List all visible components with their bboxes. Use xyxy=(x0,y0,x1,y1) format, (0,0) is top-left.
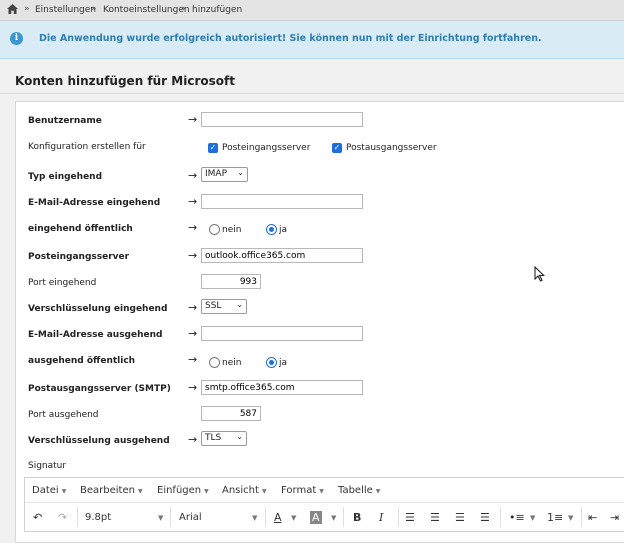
breadcrumb-separator-icon: » xyxy=(180,4,186,14)
outdent-icon[interactable]: ⇤ xyxy=(588,511,597,524)
incoming-port-label: Port eingehend xyxy=(28,278,97,288)
redo-icon[interactable]: ↷ xyxy=(58,511,67,524)
breadcrumb-item-kontoeinstellungen[interactable]: Kontoeinstellungen xyxy=(103,5,190,15)
outgoing-port-input[interactable] xyxy=(201,406,261,421)
menu-bearbeiten[interactable]: Bearbeiten ▼ xyxy=(80,485,143,496)
chevron-down-icon: ▼ xyxy=(331,514,337,522)
chevron-down-icon: ▼ xyxy=(291,514,297,522)
checkbox-incoming-server[interactable]: ✓ xyxy=(208,143,218,153)
incoming-public-no-radio[interactable] xyxy=(209,224,220,235)
incoming-public-no-label: nein xyxy=(222,225,242,235)
divider xyxy=(0,93,624,94)
right-arrow-icon: → xyxy=(188,381,198,394)
incoming-encryption-select[interactable]: SSL ⌄ xyxy=(201,299,247,314)
incoming-public-label: eingehend öffentlich xyxy=(28,224,133,234)
numbered-list-icon[interactable]: 1≡ xyxy=(547,511,563,524)
indent-icon[interactable]: ⇥ xyxy=(610,511,619,524)
outgoing-email-label: E-Mail-Adresse ausgehend xyxy=(28,330,163,340)
home-icon[interactable] xyxy=(7,4,18,17)
signature-editor[interactable]: Datei ▼ Bearbeiten ▼ Einfügen ▼ Ansicht ▼ Fo… xyxy=(24,477,624,532)
outgoing-public-label: ausgehend öffentlich xyxy=(28,356,136,366)
right-arrow-icon: → xyxy=(188,433,198,446)
outgoing-email-input[interactable] xyxy=(201,326,363,341)
font-size-select[interactable]: 9.8pt xyxy=(85,512,111,523)
incoming-server-label: Posteingangsserver xyxy=(28,252,130,262)
chevron-down-icon: ▼ xyxy=(158,514,164,522)
outgoing-public-yes-label: ja xyxy=(279,358,288,368)
page-title: Konten hinzufügen für Microsoft xyxy=(15,74,235,88)
align-justify-icon[interactable]: ☰ xyxy=(480,511,490,524)
chevron-down-icon: ▼ xyxy=(530,514,536,522)
outgoing-port-label: Port ausgehend xyxy=(28,410,99,420)
right-arrow-icon: → xyxy=(188,113,198,126)
incoming-type-label: Typ eingehend xyxy=(28,172,103,182)
incoming-email-input[interactable] xyxy=(201,194,363,209)
outgoing-server-label: Postausgangsserver (SMTP) xyxy=(28,384,171,394)
bullet-list-icon[interactable]: •≡ xyxy=(509,511,525,524)
right-arrow-icon: → xyxy=(188,221,198,234)
incoming-server-input[interactable] xyxy=(201,248,363,263)
align-left-icon[interactable]: ☰ xyxy=(405,511,415,524)
font-family-select[interactable]: Arial xyxy=(179,512,202,523)
right-arrow-icon: → xyxy=(188,169,198,182)
breadcrumb-item-einstellungen[interactable]: Einstellungen xyxy=(35,5,96,15)
incoming-public-yes-radio[interactable] xyxy=(266,224,277,235)
menu-format[interactable]: Format ▼ xyxy=(281,485,324,496)
right-arrow-icon: → xyxy=(188,301,198,314)
breadcrumb: » Einstellungen » Kontoeinstellungen » h… xyxy=(0,0,624,21)
chevron-down-icon: ▼ xyxy=(252,514,258,522)
incoming-public-yes-label: ja xyxy=(279,225,288,235)
checkbox-outgoing-server[interactable]: ✓ xyxy=(332,143,342,153)
outgoing-public-no-radio[interactable] xyxy=(209,357,220,368)
right-arrow-icon: → xyxy=(188,195,198,208)
undo-icon[interactable]: ↶ xyxy=(33,511,42,524)
breadcrumb-separator-icon: » xyxy=(24,4,30,14)
right-arrow-icon: → xyxy=(188,353,198,366)
success-alert: i Die Anwendung wurde erfolgreich autori… xyxy=(0,21,624,59)
checkbox-outgoing-label: Postausgangsserver xyxy=(346,143,437,153)
chevron-down-icon: ⌄ xyxy=(237,168,244,177)
menu-datei[interactable]: Datei ▼ xyxy=(32,485,66,496)
menu-tabelle[interactable]: Tabelle ▼ xyxy=(338,485,380,496)
italic-button[interactable]: I xyxy=(379,511,383,524)
menu-ansicht[interactable]: Ansicht ▼ xyxy=(222,485,267,496)
incoming-type-select[interactable]: IMAP ⌄ xyxy=(201,167,248,182)
chevron-down-icon: ▼ xyxy=(568,514,574,522)
username-label: Benutzername xyxy=(28,116,102,126)
config-label: Konfiguration erstellen für xyxy=(28,142,146,152)
username-input[interactable] xyxy=(201,112,363,127)
alert-message: Die Anwendung wurde erfolgreich autorisi… xyxy=(39,33,542,44)
bold-button[interactable]: B xyxy=(353,511,361,524)
outgoing-public-yes-radio[interactable] xyxy=(266,357,277,368)
incoming-email-label: E-Mail-Adresse eingehend xyxy=(28,198,161,208)
text-color-icon[interactable]: A xyxy=(274,511,282,524)
info-icon: i xyxy=(10,32,23,45)
chevron-down-icon: ⌄ xyxy=(236,432,243,441)
breadcrumb-item-hinzufuegen: hinzufügen xyxy=(192,5,243,15)
signature-label: Signatur xyxy=(28,461,67,471)
breadcrumb-separator-icon: » xyxy=(91,4,97,14)
right-arrow-icon: → xyxy=(188,327,198,340)
outgoing-public-no-label: nein xyxy=(222,358,242,368)
chevron-down-icon: ⌄ xyxy=(236,300,243,309)
outgoing-encryption-label: Verschlüsselung ausgehend xyxy=(28,436,170,446)
right-arrow-icon: → xyxy=(188,249,198,262)
editor-menubar: Datei ▼ Bearbeiten ▼ Einfügen ▼ Ansicht ▼ Fo… xyxy=(25,478,624,503)
outgoing-server-input[interactable] xyxy=(201,380,363,395)
mouse-pointer-icon xyxy=(534,265,546,286)
outgoing-encryption-select[interactable]: TLS ⌄ xyxy=(201,431,247,446)
editor-toolbar: ↶ ↷ 9.8pt ▼ Arial ▼ A ▼ A ▼ B I ☰ ☰ ☰ ☰ … xyxy=(25,503,624,531)
align-right-icon[interactable]: ☰ xyxy=(455,511,465,524)
background-color-icon[interactable]: A xyxy=(310,511,322,524)
checkbox-incoming-label: Posteingangsserver xyxy=(222,143,311,153)
align-center-icon[interactable]: ☰ xyxy=(430,511,440,524)
incoming-encryption-label: Verschlüsselung eingehend xyxy=(28,304,168,314)
menu-einfuegen[interactable]: Einfügen ▼ xyxy=(157,485,209,496)
incoming-port-input[interactable] xyxy=(201,274,261,289)
